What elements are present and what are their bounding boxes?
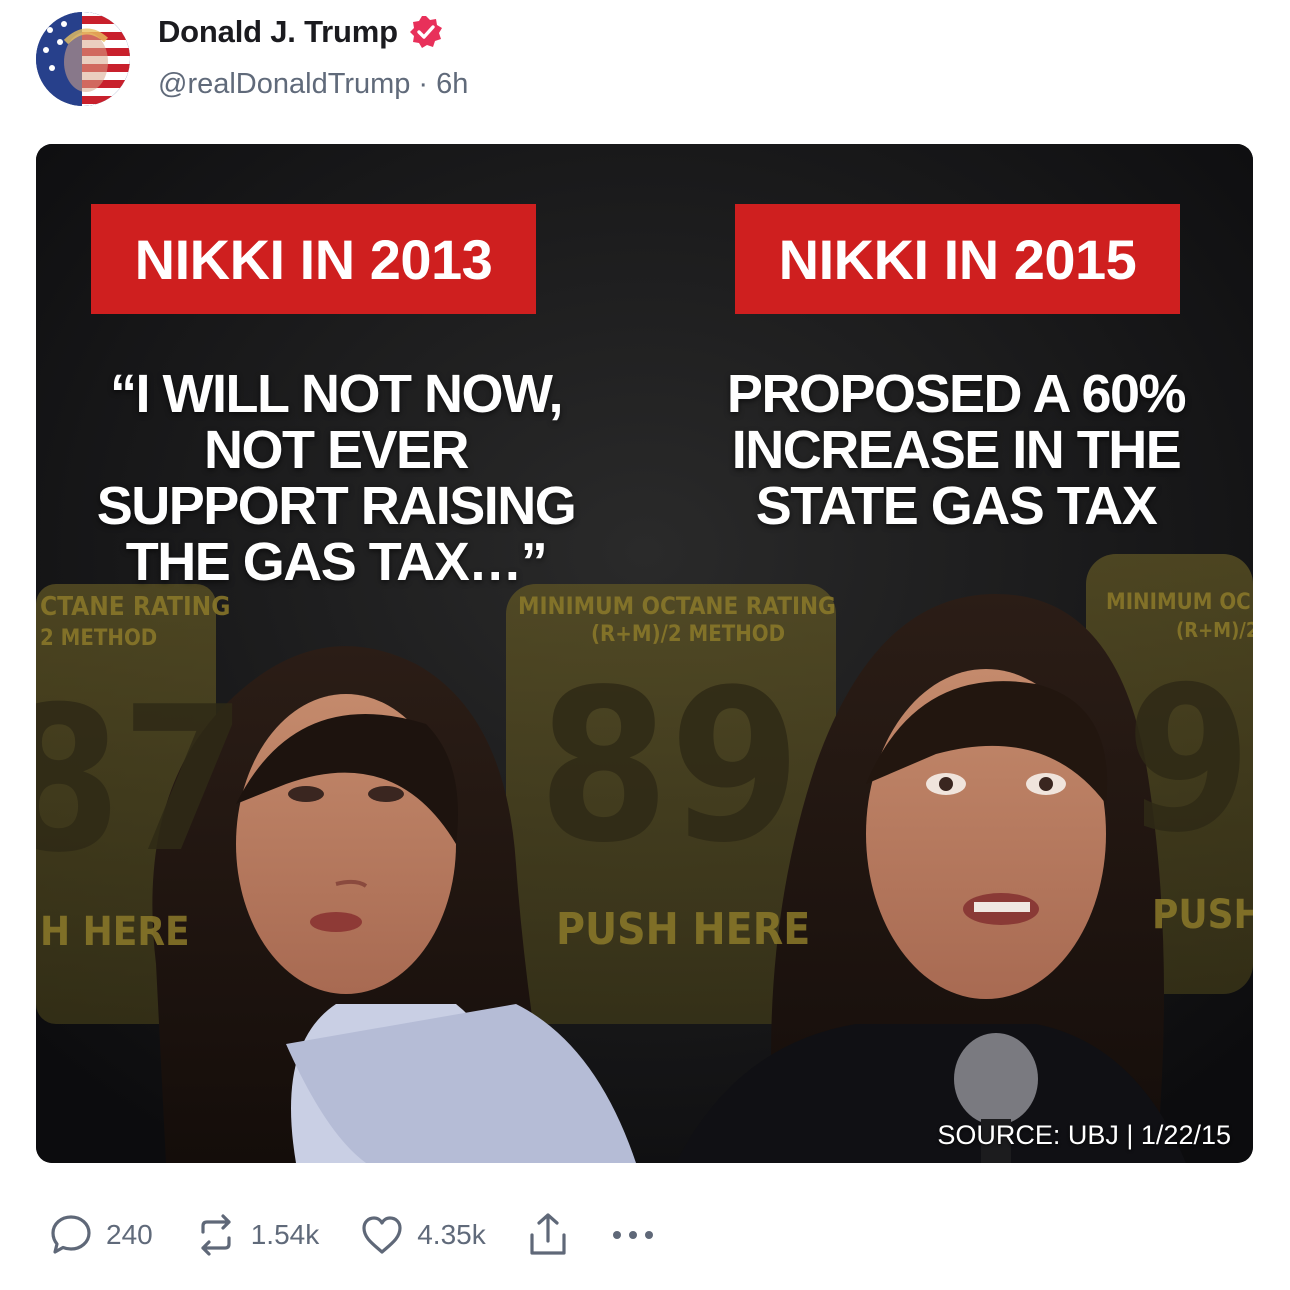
pump-push-label: PUSH bbox=[1152, 892, 1253, 938]
pump-number: 89 bbox=[538, 644, 801, 889]
pump-push-label: PUSH HERE bbox=[556, 904, 811, 955]
reply-button[interactable]: 240 bbox=[48, 1212, 153, 1258]
pump-number: 87 bbox=[36, 664, 247, 897]
left-quote-line: THE GAS TAX…” bbox=[125, 532, 548, 592]
heart-icon bbox=[362, 1216, 402, 1254]
pump-label: MINIMUM OCTANE RATING bbox=[518, 592, 836, 620]
left-quote: “I WILL NOT NOW, NOT EVER SUPPORT RAISIN… bbox=[56, 366, 616, 590]
image-source-caption: SOURCE: UBJ | 1/22/15 bbox=[937, 1120, 1231, 1150]
post-header: Donald J. Trump @realDonaldTrump · 6h bbox=[36, 8, 1236, 118]
right-banner: NIKKI IN 2015 bbox=[735, 204, 1180, 314]
pump-number: 9 bbox=[1126, 644, 1252, 877]
left-quote-line: “I WILL NOT NOW, bbox=[110, 364, 563, 424]
post-image[interactable]: NIKKI IN 2013 NIKKI IN 2015 “I WILL NOT … bbox=[36, 144, 1253, 1163]
pump-push-label: H HERE bbox=[40, 909, 190, 955]
handle-row: @realDonaldTrump · 6h bbox=[158, 68, 468, 101]
left-quote-line: NOT EVER bbox=[203, 420, 470, 480]
right-quote-line: STATE GAS TAX bbox=[755, 476, 1158, 536]
timestamp[interactable]: 6h bbox=[436, 68, 468, 101]
right-quote: PROPOSED A 60% INCREASE IN THE STATE GAS… bbox=[676, 366, 1236, 534]
repost-count: 1.54k bbox=[250, 1219, 320, 1250]
repost-button[interactable]: 1.54k bbox=[193, 1212, 320, 1258]
more-button[interactable] bbox=[610, 1225, 656, 1245]
share-button[interactable] bbox=[526, 1211, 570, 1259]
pump-label: CTANE RATING bbox=[40, 592, 231, 622]
display-name[interactable]: Donald J. Trump bbox=[158, 14, 398, 50]
right-quote-line: INCREASE IN THE bbox=[731, 420, 1182, 480]
more-icon bbox=[612, 1231, 653, 1239]
like-button[interactable]: 4.35k bbox=[359, 1212, 486, 1258]
left-banner: NIKKI IN 2013 bbox=[91, 204, 536, 314]
left-quote-line: SUPPORT RAISING bbox=[96, 476, 577, 536]
reply-count: 240 bbox=[106, 1219, 153, 1250]
avatar[interactable] bbox=[36, 12, 130, 106]
separator: · bbox=[418, 68, 429, 100]
verified-badge-icon bbox=[409, 16, 442, 48]
pump-label: 2 METHOD bbox=[40, 626, 158, 651]
action-bar: 240 1.54k 4.35k bbox=[48, 1207, 696, 1263]
pump-label: (R+M)/2 bbox=[1176, 618, 1253, 642]
like-count: 4.35k bbox=[417, 1219, 486, 1250]
handle[interactable]: @realDonaldTrump bbox=[158, 68, 410, 101]
repost-icon bbox=[201, 1214, 231, 1256]
pump-label: MINIMUM OC bbox=[1106, 590, 1251, 615]
share-icon bbox=[530, 1213, 566, 1255]
reply-icon bbox=[51, 1215, 91, 1254]
right-quote-line: PROPOSED A 60% bbox=[726, 364, 1187, 424]
